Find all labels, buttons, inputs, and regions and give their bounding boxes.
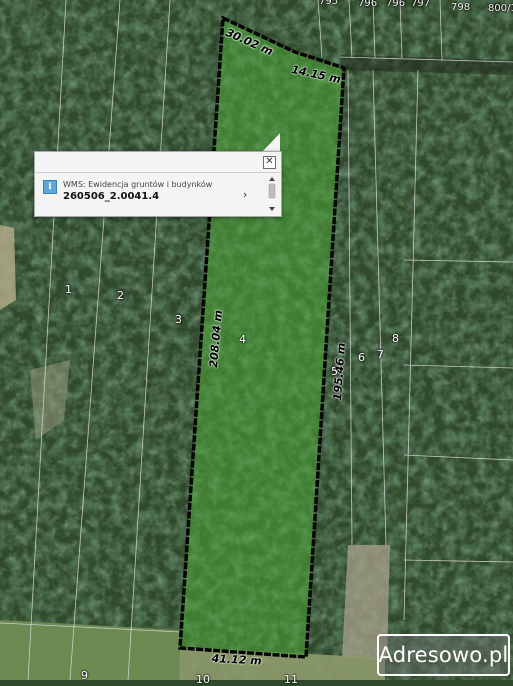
- plot-number-797: 797: [411, 0, 431, 9]
- plot-number-1: 1: [65, 283, 72, 296]
- plot-number-2: 2: [117, 289, 124, 302]
- parcel-info-popup: ✕ i WMS: Ewidencja gruntów i budynków 26…: [34, 151, 282, 217]
- plot-number-6: 6: [358, 351, 365, 364]
- satellite-map[interactable]: [0, 0, 513, 680]
- plot-number-9: 9: [81, 669, 88, 682]
- scroll-thumb: [268, 183, 276, 199]
- measurement-south: 41.12 m: [211, 652, 263, 668]
- chevron-right-icon[interactable]: ›: [243, 188, 247, 201]
- scroll-up-icon: [269, 177, 275, 181]
- plot-number-795: 795: [319, 0, 339, 7]
- scroll-down-icon: [269, 207, 275, 211]
- adresowo-watermark: Adresowo.pl: [377, 634, 510, 676]
- plot-number-3: 3: [175, 313, 182, 326]
- parcel-id[interactable]: 260506_2.0041.4: [63, 191, 159, 202]
- popup-pointer: [262, 133, 280, 152]
- plot-number-4: 4: [239, 333, 246, 346]
- plot-number-800-1: 800/1: [488, 3, 513, 14]
- plot-number-7: 7: [377, 348, 384, 361]
- close-icon[interactable]: ✕: [263, 156, 276, 169]
- layer-name: WMS: Ewidencja gruntów i budynków: [63, 180, 213, 189]
- info-icon: i: [43, 180, 57, 194]
- popup-scrollbar[interactable]: [267, 176, 277, 212]
- plot-number-796a: 796: [358, 0, 378, 9]
- plot-number-796b: 796: [386, 0, 406, 9]
- plot-number-798: 798: [451, 2, 471, 13]
- popup-divider: [35, 172, 281, 173]
- plot-number-8: 8: [392, 332, 399, 345]
